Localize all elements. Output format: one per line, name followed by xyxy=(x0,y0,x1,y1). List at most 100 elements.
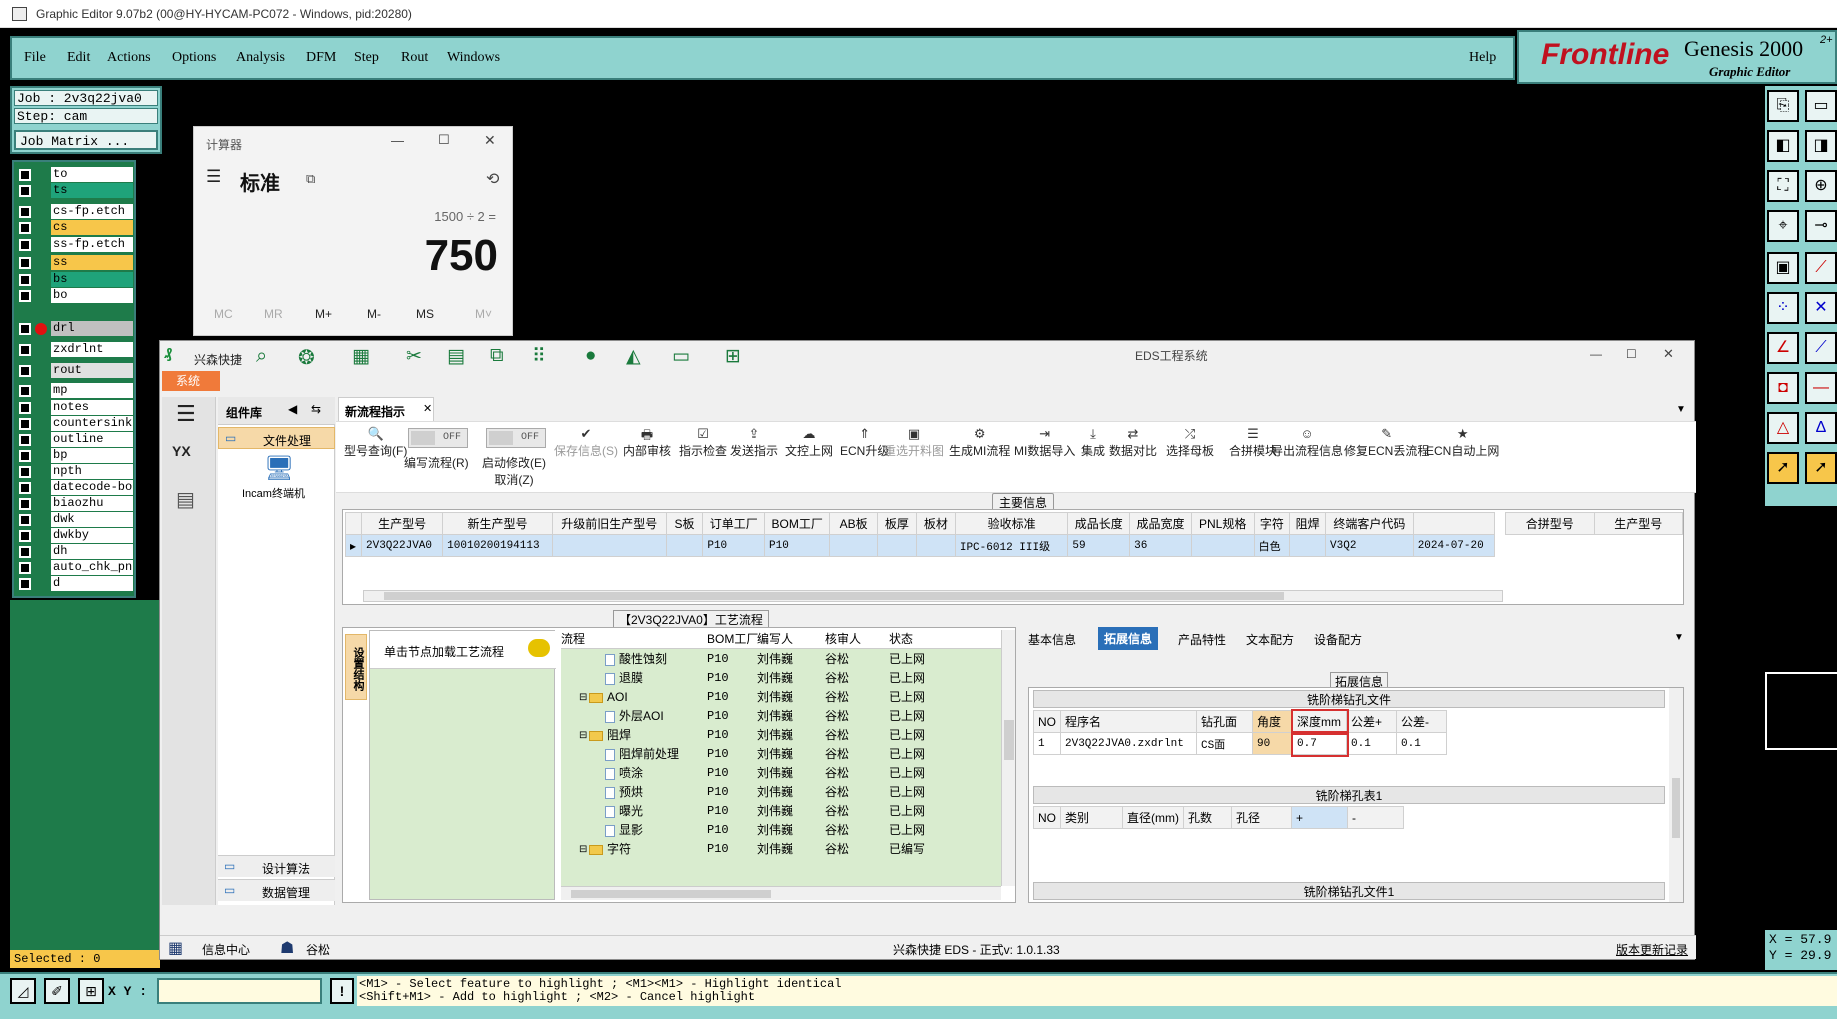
layer-row-zxdrlnt[interactable]: zxdrlnt xyxy=(16,342,134,358)
process-row[interactable]: 显影 P10 刘伟巍 谷松 已上网 xyxy=(561,821,1001,840)
calc-ms-button[interactable]: MS xyxy=(416,307,434,321)
layer-name[interactable]: mp xyxy=(51,383,133,398)
toolbar-button-7[interactable]: ☁ 文控上网 xyxy=(785,426,833,459)
process-row[interactable]: 退膜 P10 刘伟巍 谷松 已上网 xyxy=(561,669,1001,688)
load-hint-box[interactable]: 单击节点加载工艺流程 xyxy=(370,631,556,669)
process-header-cell[interactable]: 编写人 xyxy=(757,630,793,649)
info-center-label[interactable]: 信息中心 xyxy=(202,941,250,958)
main-cell[interactable]: 2V3Q22JVA0 xyxy=(360,534,444,557)
layer-checkbox[interactable] xyxy=(19,385,31,397)
layer-checkbox[interactable] xyxy=(19,323,31,335)
layer-name[interactable]: zxdrlnt xyxy=(51,342,133,357)
layer-checkbox[interactable] xyxy=(19,562,31,574)
calendar-icon[interactable]: ▤ xyxy=(176,487,195,512)
main-header-cell[interactable] xyxy=(1412,512,1496,535)
calc-history-icon[interactable]: ⟲ xyxy=(486,169,499,189)
tool-dot-icon[interactable]: ◘ xyxy=(1767,372,1799,404)
layer-row-rout[interactable]: rout xyxy=(16,363,134,379)
pin-icon[interactable]: ⇆ xyxy=(311,402,321,416)
toolbar-button-12[interactable]: ⤓ 集成 xyxy=(1081,426,1105,459)
layer-name[interactable]: cs xyxy=(51,220,133,235)
main-cell[interactable]: P10 xyxy=(764,534,831,557)
main-header-cell[interactable]: 验收标准 xyxy=(954,512,1069,535)
tool-next-icon[interactable]: ◨ xyxy=(1805,130,1837,162)
main-header-cell[interactable]: AB板 xyxy=(829,512,878,535)
layer-row-auto_chk_pn[interactable]: auto_chk_pn xyxy=(16,560,134,576)
layer-name[interactable]: dh xyxy=(51,544,133,559)
main-cell[interactable] xyxy=(665,534,704,557)
edit-label[interactable]: 启动修改(E) 取消(Z) xyxy=(482,454,546,488)
layer-checkbox[interactable] xyxy=(19,514,31,526)
toolbar-button-15[interactable]: ☰ 合拼模块 xyxy=(1229,426,1277,459)
layer-name[interactable]: to xyxy=(51,167,133,182)
tool-snap-icon[interactable]: ⊸ xyxy=(1805,210,1837,242)
menu-options[interactable]: Options xyxy=(172,50,216,66)
layer-name[interactable]: drl xyxy=(51,321,133,336)
menu-file[interactable]: File xyxy=(24,50,46,66)
toolbar-chart-icon[interactable]: ◭ xyxy=(626,345,641,368)
layer-row-dh[interactable]: dh xyxy=(16,544,134,560)
layer-checkbox[interactable] xyxy=(19,482,31,494)
main-cell[interactable]: 36 xyxy=(1129,534,1192,557)
tool-pad-icon[interactable]: ▣ xyxy=(1767,252,1799,284)
xy-input[interactable] xyxy=(157,978,322,1004)
mill-cell[interactable]: 0.1 xyxy=(1396,732,1447,755)
toolbar-button-14[interactable]: ⤮ 选择母板 xyxy=(1166,426,1214,459)
process-header-cell[interactable]: BOM工厂 xyxy=(707,630,758,649)
step-header-cell[interactable]: + xyxy=(1291,806,1348,829)
layer-row-bp[interactable]: bp xyxy=(16,448,134,464)
layer-row-outline[interactable]: outline xyxy=(16,432,134,448)
layer-name[interactable]: auto_chk_pn xyxy=(51,560,133,575)
tool-measure-icon[interactable]: ⌖ xyxy=(1767,210,1799,242)
process-row[interactable]: 阻焊前处理 P10 刘伟巍 谷松 已上网 xyxy=(561,745,1001,764)
toolbar-monitor-icon[interactable]: ▭ xyxy=(672,345,690,368)
layer-name[interactable]: bo xyxy=(51,288,133,303)
step-header-cell[interactable]: - xyxy=(1347,806,1404,829)
calc-menu-icon[interactable]: ☰ xyxy=(206,167,221,187)
layer-checkbox[interactable] xyxy=(19,222,31,234)
menu-dfm[interactable]: DFM xyxy=(306,50,336,66)
layer-row-ts[interactable]: ts xyxy=(16,183,134,199)
bottom-tool-draw-icon[interactable]: ✐ xyxy=(44,978,70,1004)
menu-help[interactable]: Help xyxy=(1469,50,1496,66)
toolbar-button-18[interactable]: ★ ECN自动上网 xyxy=(1426,426,1499,459)
layer-checkbox[interactable] xyxy=(19,344,31,356)
main-cell[interactable] xyxy=(551,534,667,557)
layer-checkbox[interactable] xyxy=(19,418,31,430)
toolbar-button-8[interactable]: ⇑ ECN升级 xyxy=(840,426,889,459)
main-header-cell[interactable]: 成品长度 xyxy=(1067,512,1131,535)
toolbar-button-17[interactable]: ✎ 修复ECN丢流程 xyxy=(1344,426,1429,459)
job-matrix-button[interactable]: Job Matrix ... xyxy=(14,130,158,150)
main-header-cell[interactable]: 字符 xyxy=(1253,512,1291,535)
table-row[interactable]: 1 2V3Q22JVA0.zxdrlnt CS面 90 0.7 0.1 0.1 xyxy=(1033,730,1447,757)
layer-name[interactable]: bs xyxy=(51,272,133,287)
layer-row-biaozhu[interactable]: biaozhu xyxy=(16,496,134,512)
calc-mr-button[interactable]: MR xyxy=(264,307,283,321)
layer-row-notes[interactable]: notes xyxy=(16,400,134,416)
layer-checkbox[interactable] xyxy=(19,185,31,197)
tab-product-features[interactable]: 产品特性 xyxy=(1178,631,1226,648)
layer-name[interactable]: ts xyxy=(51,183,133,198)
toolbar-copy-icon[interactable]: ⧉ xyxy=(490,345,504,367)
layer-name[interactable]: notes xyxy=(51,400,133,415)
toolbar-button-6[interactable]: ⇪ 发送指示 xyxy=(730,426,778,459)
tool-prev-icon[interactable]: ◧ xyxy=(1767,130,1799,162)
main-header-cell[interactable]: S板 xyxy=(665,512,704,535)
toolbar-settings-icon[interactable]: ❂ xyxy=(298,345,315,370)
main-header-cell[interactable]: 板材 xyxy=(915,512,956,535)
edit-toggle[interactable]: OFF xyxy=(486,428,546,448)
step-header-cell[interactable]: 孔径 xyxy=(1231,806,1292,829)
layer-row-dwkby[interactable]: dwkby xyxy=(16,528,134,544)
process-header-cell[interactable]: 核审人 xyxy=(825,630,861,649)
layer-row-countersink[interactable]: countersink xyxy=(16,416,134,432)
layer-row-ss-fp.etch[interactable]: ss-fp.etch xyxy=(16,237,134,253)
tab-equipment-recipe[interactable]: 设备配方 xyxy=(1314,631,1362,648)
mill-cell[interactable]: 0.7 xyxy=(1290,730,1349,757)
tool-pointer-alt-icon[interactable]: ➚ xyxy=(1805,452,1837,484)
main-header-cell[interactable]: 板厚 xyxy=(876,512,917,535)
process-header-cell[interactable]: 状态 xyxy=(889,630,913,649)
layer-name[interactable]: dwkby xyxy=(51,528,133,543)
toolbar-button-3[interactable]: ✔ 保存信息(S) xyxy=(554,426,618,459)
vertical-tab[interactable]: 设置结构 xyxy=(345,634,367,700)
toolbar-button-4[interactable]: 🖶 内部审核 xyxy=(623,426,671,459)
